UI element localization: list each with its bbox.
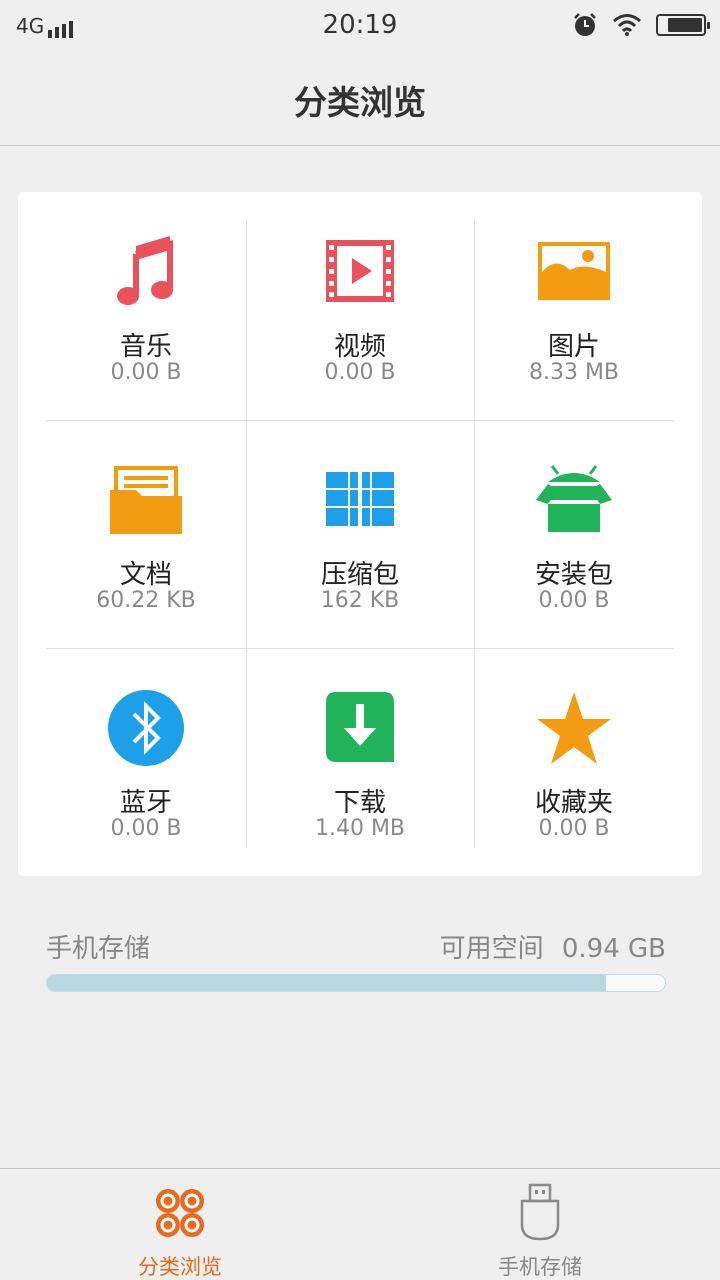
category-size: 8.33 MB bbox=[528, 360, 620, 385]
grid-divider bbox=[46, 420, 674, 421]
category-label: 安装包 bbox=[534, 560, 613, 590]
category-bluetooth[interactable]: 蓝牙 0.00 B bbox=[46, 676, 246, 876]
download-icon bbox=[326, 692, 394, 762]
category-label: 文档 bbox=[119, 560, 172, 590]
category-size: 0.00 B bbox=[538, 588, 610, 613]
category-size: 162 KB bbox=[320, 588, 400, 613]
category-music[interactable]: 音乐 0.00 B bbox=[46, 220, 246, 420]
free-space-value: 0.94 GB bbox=[561, 934, 666, 964]
category-size: 0.00 B bbox=[110, 816, 182, 841]
storage-progress-fill bbox=[47, 975, 607, 991]
category-pictures[interactable]: 图片 8.33 MB bbox=[474, 220, 674, 420]
category-label: 视频 bbox=[333, 332, 386, 362]
battery-icon bbox=[656, 14, 710, 36]
status-bar: 4G 20:19 bbox=[0, 0, 720, 50]
category-size: 60.22 KB bbox=[96, 588, 196, 613]
category-label: 音乐 bbox=[119, 332, 172, 362]
category-label: 下载 bbox=[333, 788, 386, 818]
category-downloads[interactable]: 下载 1.40 MB bbox=[246, 676, 474, 876]
category-archives[interactable]: 压缩包 162 KB bbox=[246, 448, 474, 648]
grid-divider bbox=[46, 648, 674, 649]
category-size: 1.40 MB bbox=[314, 816, 406, 841]
folder-document-icon bbox=[110, 466, 182, 534]
tab-label: 手机存储 bbox=[498, 1255, 582, 1279]
storage-free: 可用空间 0.94 GB bbox=[430, 928, 666, 965]
category-grid: 音乐 0.00 B 视频 0.00 B 图片 8.33 MB 文档 60.22 … bbox=[46, 220, 674, 848]
tab-category-browse[interactable]: 分类浏览 bbox=[0, 1169, 360, 1280]
category-video[interactable]: 视频 0.00 B bbox=[246, 220, 474, 420]
archive-icon bbox=[326, 472, 394, 526]
category-label: 图片 bbox=[547, 332, 600, 362]
category-favorites[interactable]: 收藏夹 0.00 B bbox=[474, 676, 674, 876]
header: 分类浏览 bbox=[0, 50, 720, 146]
category-apks[interactable]: 安装包 0.00 B bbox=[474, 448, 674, 648]
tab-phone-storage[interactable]: 手机存储 bbox=[360, 1169, 720, 1280]
category-size: 0.00 B bbox=[110, 360, 182, 385]
wifi-icon bbox=[613, 14, 641, 36]
free-space-label: 可用空间 bbox=[439, 934, 544, 964]
android-package-icon bbox=[536, 465, 612, 532]
bottom-nav: 分类浏览 手机存储 bbox=[0, 1168, 720, 1280]
star-icon bbox=[537, 692, 611, 764]
video-icon bbox=[326, 240, 394, 302]
category-documents[interactable]: 文档 60.22 KB bbox=[46, 448, 246, 648]
music-note-icon bbox=[117, 236, 173, 305]
picture-icon bbox=[538, 242, 610, 300]
category-grid-icon bbox=[156, 1189, 204, 1237]
category-card: 音乐 0.00 B 视频 0.00 B 图片 8.33 MB 文档 60.22 … bbox=[18, 192, 702, 876]
category-size: 0.00 B bbox=[324, 360, 396, 385]
bluetooth-icon bbox=[108, 690, 184, 766]
page-title: 分类浏览 bbox=[294, 83, 426, 122]
alarm-icon bbox=[574, 13, 596, 36]
usb-storage-icon bbox=[520, 1183, 560, 1241]
category-label: 压缩包 bbox=[320, 560, 399, 590]
tab-label: 分类浏览 bbox=[138, 1255, 222, 1279]
category-label: 蓝牙 bbox=[119, 788, 172, 818]
storage-title: 手机存储 bbox=[46, 934, 151, 964]
category-label: 收藏夹 bbox=[534, 788, 613, 818]
storage-progress-bar bbox=[46, 974, 666, 992]
phone-storage-summary[interactable]: 手机存储 可用空间 0.94 GB bbox=[46, 928, 666, 998]
category-size: 0.00 B bbox=[538, 816, 610, 841]
